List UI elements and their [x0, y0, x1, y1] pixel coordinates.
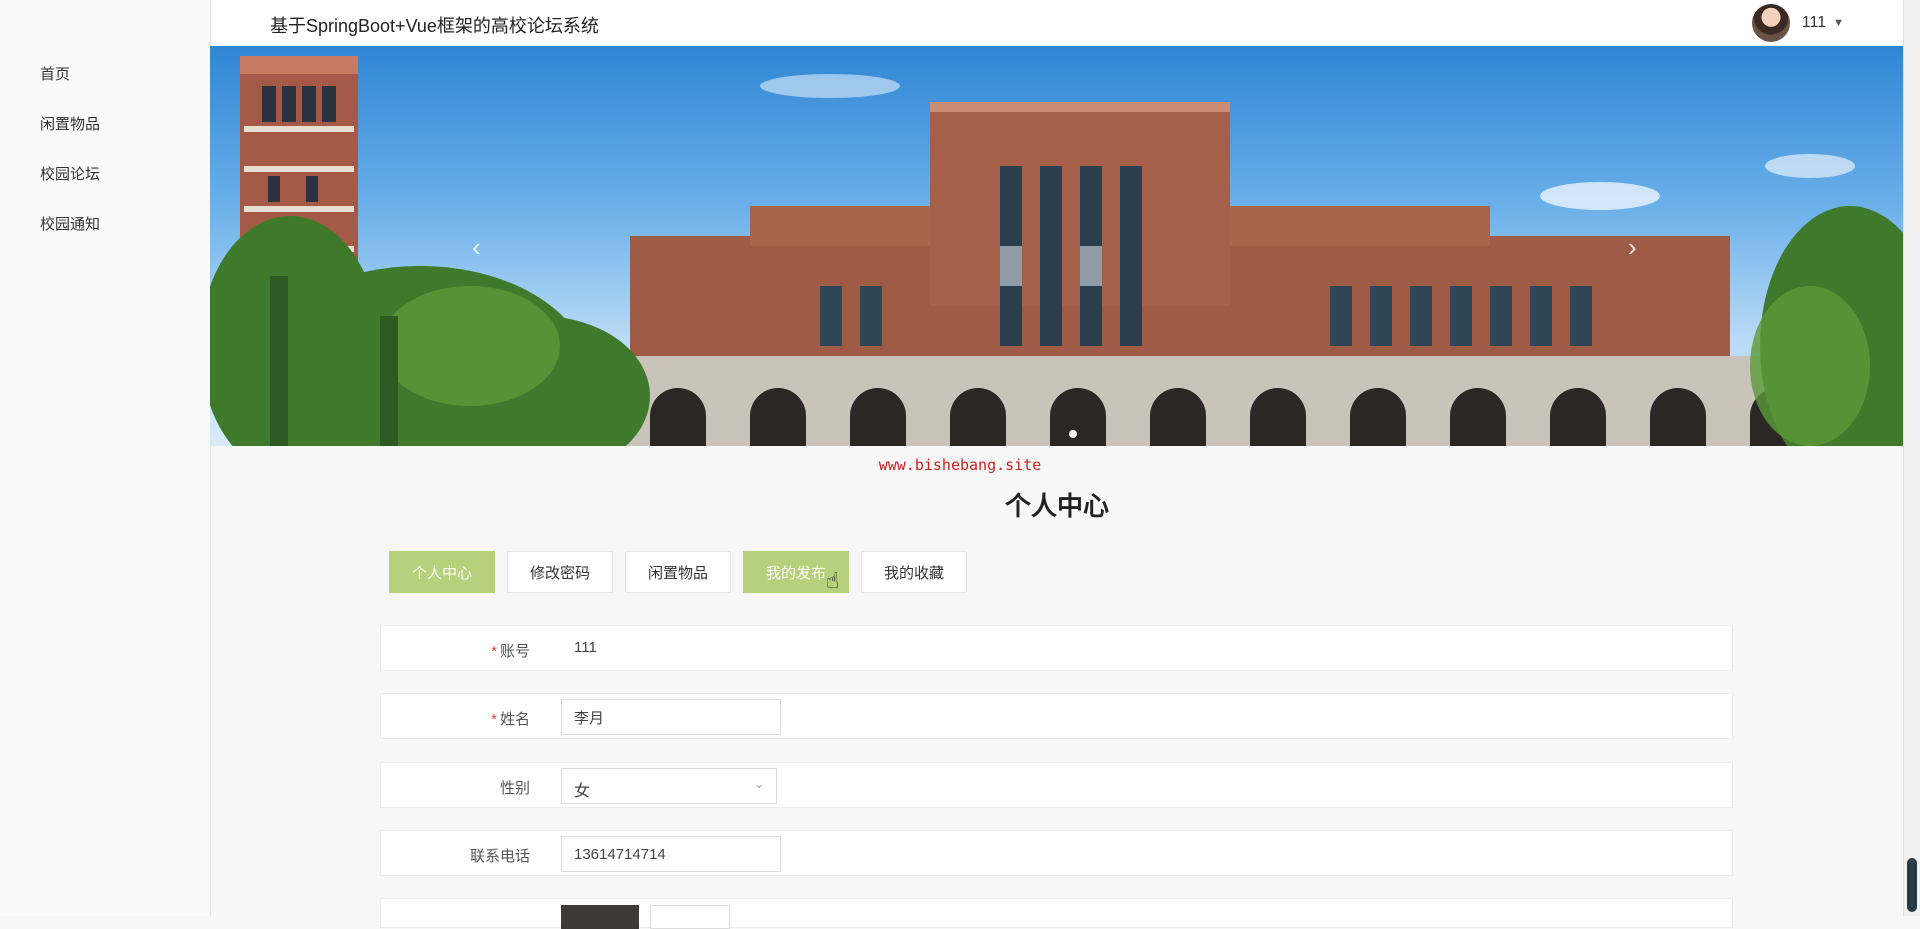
form-row-avatar: [380, 898, 1733, 929]
form-row-gender: 性别 女 ⌄: [380, 762, 1733, 808]
page-title: 个人中心: [1004, 491, 1109, 521]
avatar[interactable]: [1751, 4, 1790, 42]
sidebar-item-notice[interactable]: 校园通知: [40, 213, 100, 234]
tab-my-favorites[interactable]: 我的收藏: [861, 551, 967, 593]
top-header: 基于SpringBoot+Vue框架的高校论坛系统 111 ▼: [211, 0, 1904, 46]
sidebar-item-home[interactable]: 首页: [40, 63, 70, 84]
banner-image: [210, 56, 1904, 446]
watermark-text: www.bishebang.site: [878, 456, 1042, 474]
required-mark: *: [491, 643, 497, 660]
form-row-name: * 姓名: [380, 693, 1733, 739]
banner-carousel[interactable]: ‹ ›: [210, 46, 1904, 446]
sidebar-item-idle-goods[interactable]: 闲置物品: [40, 113, 100, 134]
account-label: * 账号: [491, 643, 530, 660]
username[interactable]: 111: [1802, 14, 1826, 32]
gender-label: 性别: [499, 780, 530, 797]
carousel-next-icon[interactable]: ›: [1628, 232, 1637, 263]
chevron-down-icon[interactable]: ▼: [1833, 17, 1844, 29]
gender-value: 女: [574, 783, 591, 800]
scrollbar-thumb[interactable]: [1907, 858, 1917, 912]
carousel-indicator[interactable]: [1069, 430, 1077, 438]
account-value: 111: [574, 639, 597, 656]
form-row-account: * 账号 111: [380, 625, 1733, 671]
tab-profile[interactable]: 个人中心: [389, 551, 495, 593]
name-label: * 姓名: [491, 711, 530, 728]
name-field[interactable]: [561, 699, 781, 735]
page-scrollbar[interactable]: [1903, 0, 1920, 916]
carousel-prev-icon[interactable]: ‹: [472, 232, 481, 263]
tab-change-password[interactable]: 修改密码: [507, 551, 613, 593]
form-row-phone: 联系电话: [380, 830, 1733, 876]
site-title: 基于SpringBoot+Vue框架的高校论坛系统: [270, 16, 599, 36]
gender-select[interactable]: 女 ⌄: [561, 768, 777, 804]
required-mark: *: [491, 711, 497, 728]
pointer-hand-icon: ☝: [826, 568, 840, 593]
tab-idle-goods[interactable]: 闲置物品: [625, 551, 731, 593]
chevron-down-icon: ⌄: [753, 777, 764, 791]
phone-field[interactable]: [561, 836, 781, 872]
sidebar-item-forum[interactable]: 校园论坛: [40, 163, 100, 184]
phone-label: 联系电话: [469, 848, 530, 865]
upload-button[interactable]: [650, 905, 730, 929]
user-menu[interactable]: 111 ▼: [1751, 4, 1844, 42]
avatar-preview[interactable]: [561, 905, 639, 929]
